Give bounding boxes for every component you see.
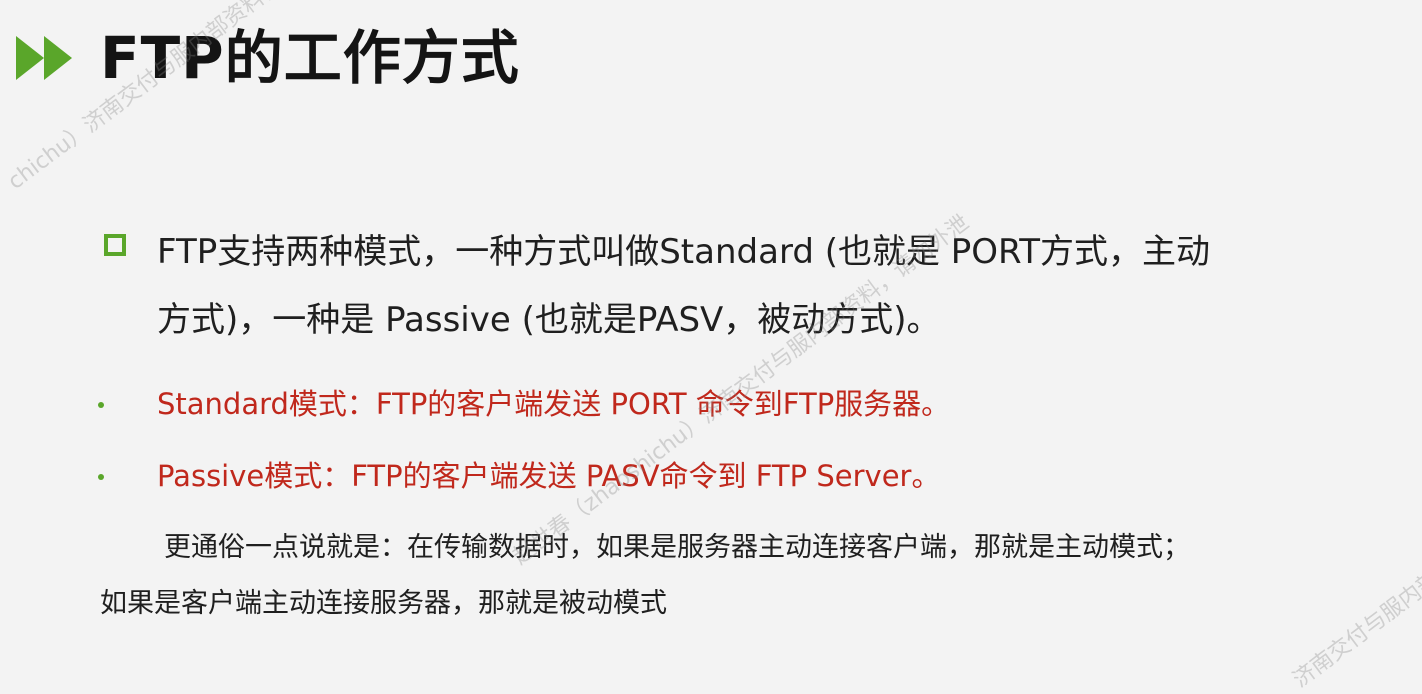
sub-bullet-list: Standard模式：FTP的客户端发送 PORT 命令到FTP服务器。 Pas… [98, 368, 1358, 512]
dot-bullet-icon [98, 402, 104, 408]
standard-mode-text: Standard模式：FTP的客户端发送 PORT 命令到FTP服务器。 [157, 387, 951, 421]
list-item: Standard模式：FTP的客户端发送 PORT 命令到FTP服务器。 [98, 368, 1358, 440]
double-chevron-right-icon [16, 36, 74, 80]
main-bullet-line: FTP支持两种模式，一种方式叫做Standard (也就是 PORT方式，主动 [157, 232, 1210, 272]
square-bullet-icon [104, 234, 126, 256]
main-bullet-line: 方式)，一种是 Passive (也就是PASV，被动方式)。 [157, 300, 941, 340]
dot-bullet-icon [98, 474, 104, 480]
summary-note: 更通俗一点说就是：在传输数据时，如果是服务器主动连接客户端，那就是主动模式； 如… [100, 520, 1400, 632]
list-item: Passive模式：FTP的客户端发送 PASV命令到 FTP Server。 [98, 440, 1358, 512]
title-bar: FTP的工作方式 [16, 18, 520, 98]
summary-note-line: 更通俗一点说就是：在传输数据时，如果是服务器主动连接客户端，那就是主动模式； [164, 532, 1190, 563]
summary-note-line: 如果是客户端主动连接服务器，那就是被动模式 [100, 588, 667, 619]
page-title: FTP的工作方式 [100, 24, 520, 92]
slide: FTP的工作方式 FTP支持两种模式，一种方式叫做Standard (也就是 P… [0, 0, 1422, 693]
passive-mode-text: Passive模式：FTP的客户端发送 PASV命令到 FTP Server。 [157, 459, 941, 493]
main-bullet-text: FTP支持两种模式，一种方式叫做Standard (也就是 PORT方式，主动 … [157, 218, 1377, 354]
